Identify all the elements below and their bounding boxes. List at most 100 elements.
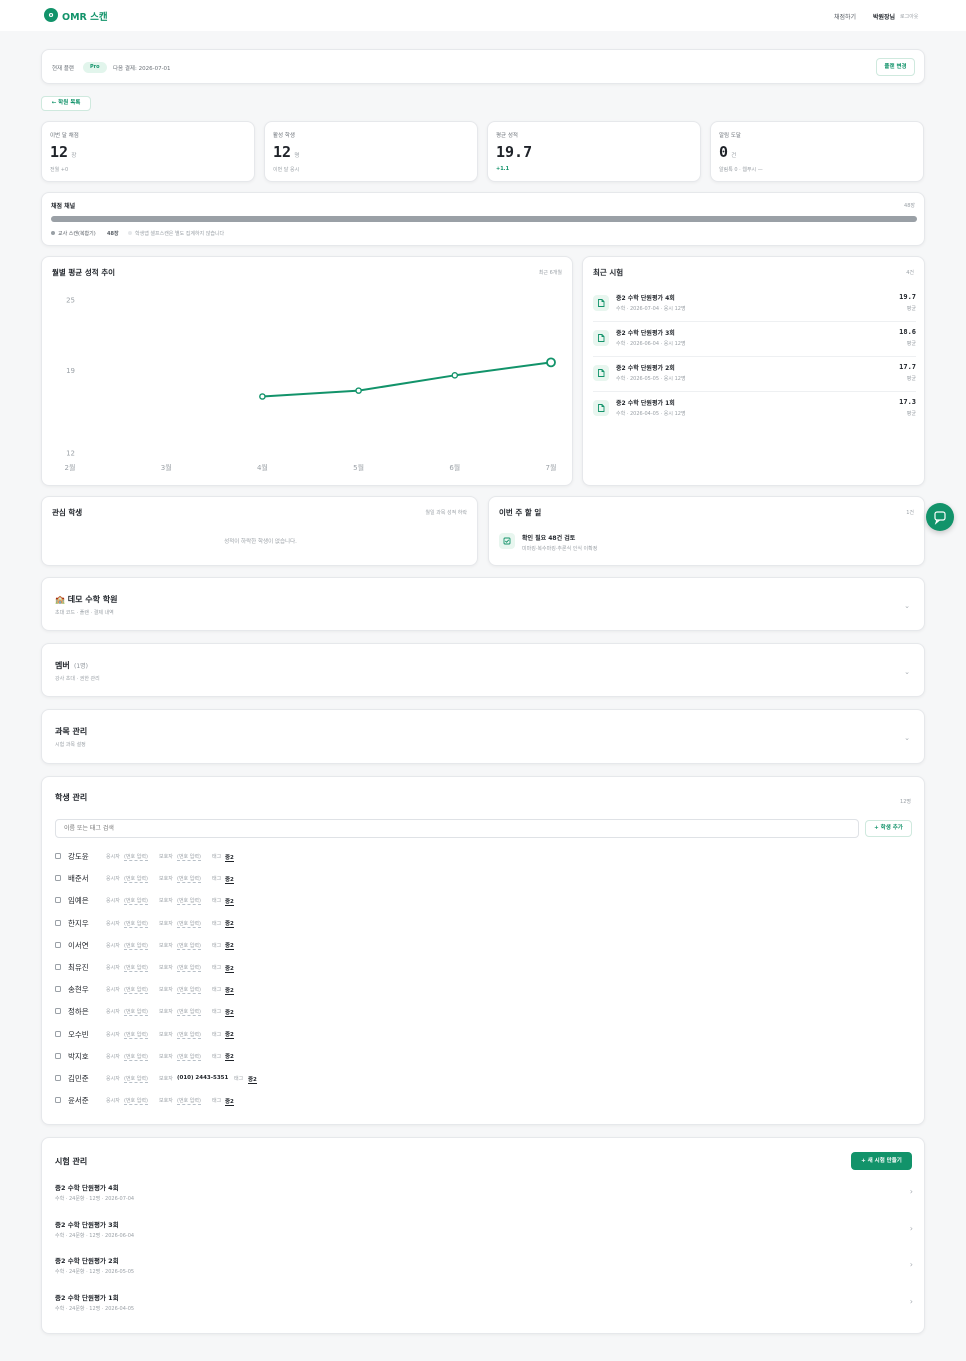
id-input[interactable]: (번호 입력): [124, 1097, 148, 1106]
todo-item[interactable]: 확인 필요 48건 검토: [522, 533, 575, 542]
student-checkbox[interactable]: [55, 1008, 61, 1015]
parent-input[interactable]: (번호 입력): [177, 1008, 201, 1017]
student-checkbox[interactable]: [55, 1052, 61, 1059]
back-to-academies-button[interactable]: ← 학원 목록: [41, 96, 91, 111]
academy-section[interactable]: 🏫 데모 수학 학원 초대 코드 · 플랜 · 결제 내역 ⌄: [41, 577, 925, 631]
student-checkbox[interactable]: [55, 964, 61, 970]
id-input[interactable]: (번호 입력): [124, 1053, 148, 1061]
parent-input[interactable]: (번호 입력): [177, 986, 201, 995]
recent-exam-row[interactable]: 중2 수학 단원평가 4회 수학 · 2026-07-04 · 응시 12명 19.…: [593, 288, 916, 322]
exam-row[interactable]: 중2 수학 단원평가 3회 수학 · 24문항 · 12명 · 2026-06-0…: [55, 1218, 913, 1248]
parent-input[interactable]: (번호 입력): [177, 1031, 201, 1039]
student-name[interactable]: 한지우: [68, 918, 89, 929]
student-name[interactable]: 윤서준: [68, 1095, 89, 1106]
id-input[interactable]: (번호 입력): [124, 897, 148, 906]
change-plan-button[interactable]: 플랜 변경: [876, 58, 915, 76]
parent-input[interactable]: (번호 입력): [177, 1097, 201, 1106]
id-input[interactable]: (번호 입력): [124, 875, 148, 884]
student-name[interactable]: 정하은: [68, 1006, 89, 1017]
student-checkbox[interactable]: [55, 1075, 61, 1081]
student-search-input[interactable]: [55, 819, 859, 838]
tag-label: 태그: [212, 1098, 222, 1105]
student-name[interactable]: 강도윤: [68, 851, 89, 862]
id-input[interactable]: (번호 입력): [124, 920, 148, 928]
student-tag[interactable]: 중2: [225, 1008, 234, 1017]
student-checkbox[interactable]: [55, 1030, 61, 1037]
student-tag[interactable]: 중2: [248, 1075, 257, 1084]
tag-label: 태그: [212, 942, 222, 949]
parent-phone[interactable]: (010) 2443-5351: [177, 1075, 228, 1081]
student-name[interactable]: 송현우: [68, 984, 89, 995]
student-name[interactable]: 오수빈: [68, 1029, 89, 1040]
chevron-right-icon: ›: [909, 1260, 913, 1270]
recent-exam-row[interactable]: 중2 수학 단원평가 2회 수학 · 2026-05-05 · 응시 12명 17.…: [593, 358, 916, 392]
nav-scoring-link[interactable]: 채점하기: [834, 12, 856, 21]
exam-row[interactable]: 중2 수학 단원평가 4회 수학 · 24문항 · 12명 · 2026-07-0…: [55, 1181, 913, 1211]
document-icon: [593, 365, 609, 381]
student-tag[interactable]: 중2: [225, 941, 234, 951]
stat-sub: 이번 달 응시: [273, 167, 300, 173]
recent-exam-score: 18.6: [899, 328, 916, 336]
student-name[interactable]: 박지호: [68, 1051, 89, 1062]
chat-button[interactable]: [926, 503, 954, 531]
exam-name: 중2 수학 단원평가 1회: [55, 1294, 119, 1303]
student-checkbox[interactable]: [55, 875, 61, 882]
add-student-button[interactable]: + 학생 추가: [865, 820, 912, 837]
id-input[interactable]: (번호 입력): [124, 1008, 148, 1017]
x-tick-label: 5월: [353, 463, 364, 472]
student-name[interactable]: 임예은: [68, 895, 89, 906]
id-input[interactable]: (번호 입력): [124, 964, 148, 972]
student-name[interactable]: 최유진: [68, 962, 89, 973]
student-checkbox[interactable]: [55, 1097, 61, 1104]
student-checkbox[interactable]: [55, 897, 61, 904]
tag-label: 태그: [212, 1009, 222, 1016]
parent-input[interactable]: (번호 입력): [177, 942, 201, 950]
student-tag[interactable]: 중2: [225, 1030, 234, 1040]
student-tag[interactable]: 중2: [225, 853, 234, 862]
student-checkbox[interactable]: [55, 919, 61, 926]
student-name[interactable]: 김민준: [68, 1073, 89, 1084]
channel-progress-bar: [51, 216, 917, 222]
subjects-section[interactable]: 과목 관리 시험 과목 설정 ⌄: [41, 709, 925, 764]
app-name[interactable]: OMR 스캔: [62, 9, 108, 23]
tag-label: 태그: [212, 898, 222, 905]
student-checkbox[interactable]: [55, 941, 61, 948]
student-checkbox[interactable]: [55, 986, 61, 993]
student-tag[interactable]: 중2: [225, 897, 234, 906]
todo-card: 이번 주 할 일 1건 확인 필요 48건 검토 미마킹·복수마킹·추론식 인식…: [488, 496, 925, 566]
id-input[interactable]: (번호 입력): [124, 1031, 148, 1039]
plan-badge: Pro: [83, 62, 107, 73]
parent-input[interactable]: (번호 입력): [177, 897, 201, 906]
student-name[interactable]: 이서연: [68, 940, 89, 951]
student-tag[interactable]: 중2: [225, 919, 234, 929]
parent-input[interactable]: (번호 입력): [177, 875, 201, 884]
student-tag[interactable]: 중2: [225, 986, 234, 995]
recent-exam-name: 중2 수학 단원평가 2회: [616, 365, 675, 372]
id-input[interactable]: (번호 입력): [124, 853, 148, 861]
parent-input[interactable]: (번호 입력): [177, 853, 201, 861]
student-tag[interactable]: 중2: [225, 1097, 234, 1106]
id-input[interactable]: (번호 입력): [124, 942, 148, 950]
student-tag[interactable]: 중2: [225, 964, 234, 973]
parent-input[interactable]: (번호 입력): [177, 964, 201, 972]
exam-row[interactable]: 중2 수학 단원평가 2회 수학 · 24문항 · 12명 · 2026-05-0…: [55, 1254, 913, 1284]
student-name[interactable]: 배준서: [68, 873, 89, 884]
channel-card: 채점 채널 48장 교사 스캔(복합기) 48장 학생앱 셀프스캔은 별도 집계…: [41, 192, 925, 246]
new-exam-button[interactable]: + 새 시험 만들기: [851, 1152, 912, 1170]
parent-input[interactable]: (번호 입력): [177, 920, 201, 928]
members-title: 멤버: [55, 661, 70, 670]
parent-label: 보호자: [159, 1009, 173, 1016]
id-input[interactable]: (번호 입력): [124, 986, 148, 995]
student-tag[interactable]: 중2: [225, 875, 234, 884]
id-input[interactable]: (번호 입력): [124, 1075, 148, 1083]
recent-exam-row[interactable]: 중2 수학 단원평가 3회 수학 · 2026-06-04 · 응시 12명 18.…: [593, 323, 916, 357]
exam-row[interactable]: 중2 수학 단원평가 1회 수학 · 24문항 · 12명 · 2026-04-0…: [55, 1291, 913, 1321]
student-checkbox[interactable]: [55, 853, 61, 859]
members-section[interactable]: 멤버 (1명) 강사 초대 · 권한 관리 ⌄: [41, 643, 925, 697]
recent-exam-row[interactable]: 중2 수학 단원평가 1회 수학 · 2026-04-05 · 응시 12명 17.…: [593, 393, 916, 427]
student-tag[interactable]: 중2: [225, 1052, 234, 1062]
series-line: [262, 361, 552, 398]
parent-input[interactable]: (번호 입력): [177, 1053, 201, 1061]
logout-link[interactable]: 로그아웃: [900, 13, 918, 20]
id-label: 응시자: [106, 1076, 120, 1082]
